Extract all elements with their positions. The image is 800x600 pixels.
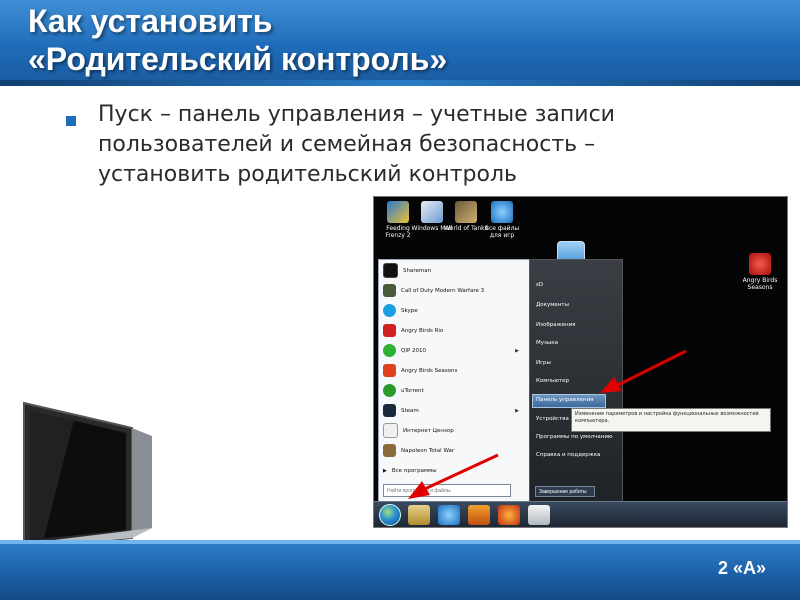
slide-body-text: Пуск – панель управления – учетные запис… bbox=[98, 100, 778, 190]
arrow-to-control-panel bbox=[613, 349, 687, 389]
arrow-head-icon bbox=[408, 481, 430, 499]
body-line-2: пользователей и семейная безопасность – bbox=[98, 132, 596, 157]
bullet-marker bbox=[66, 116, 76, 126]
page-number: 2 «А» bbox=[717, 558, 766, 578]
body-line-1: Пуск – панель управления – учетные запис… bbox=[98, 102, 615, 127]
arrows-overlay bbox=[408, 349, 687, 499]
body-line-3: установить родительский контроль bbox=[98, 162, 517, 187]
arrow-to-start-button bbox=[415, 453, 499, 495]
slide-footer: 2 «А» bbox=[0, 540, 800, 600]
title-line-1: Как установить bbox=[28, 3, 273, 39]
windows-screenshot: Feeding Frenzy 2 Windows Mail World of T… bbox=[373, 196, 788, 528]
slide-title: Как установить «Родительский контроль» bbox=[28, 2, 788, 78]
title-line-2: «Родительский контроль» bbox=[28, 41, 448, 77]
